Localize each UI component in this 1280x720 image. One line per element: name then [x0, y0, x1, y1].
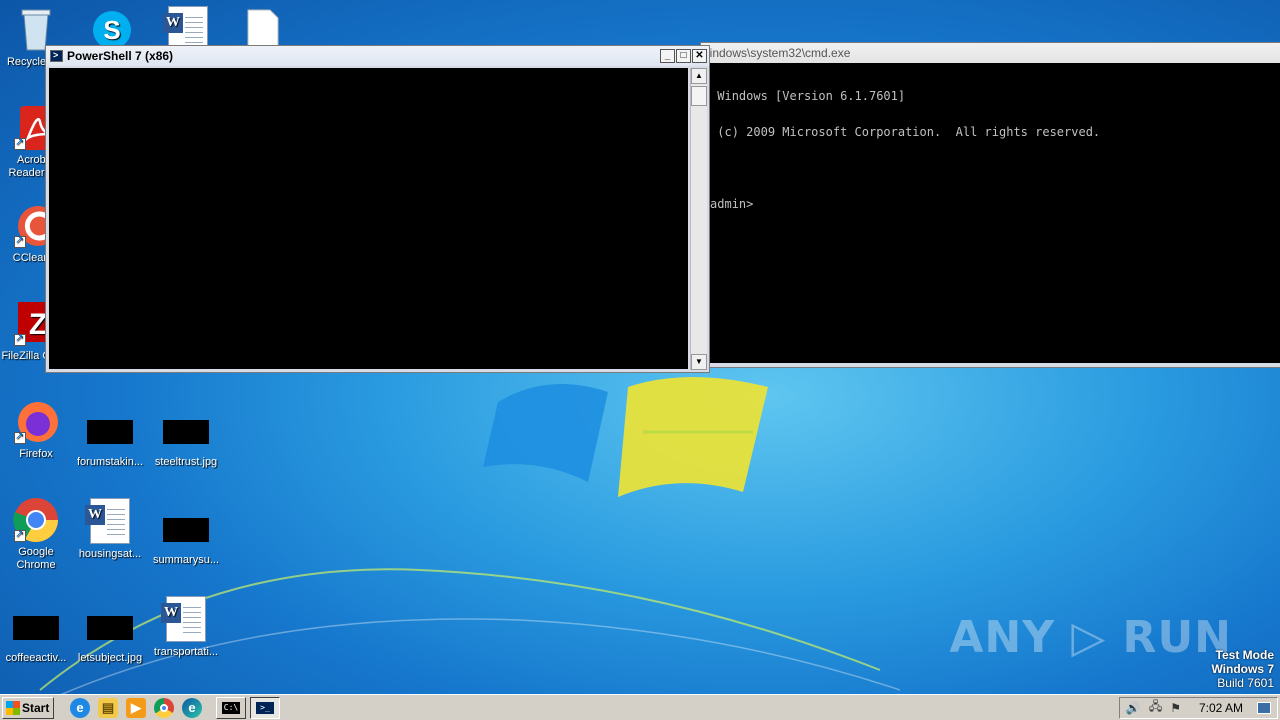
image-file-icon	[87, 420, 133, 444]
cmd-prompt: C:\Users\admin>	[701, 197, 754, 211]
ie-icon[interactable]: e	[70, 697, 90, 718]
desktop-icon-letsubject[interactable]: letsubject.jpg	[72, 604, 148, 665]
svg-text:S: S	[103, 15, 120, 45]
windows-logo-wallpaper	[483, 377, 768, 497]
close-button[interactable]: ✕	[692, 49, 707, 63]
system-tray: 🔊 🖧 ⚑ 7:02 AM	[1118, 696, 1278, 719]
shortcut-arrow-icon	[14, 332, 26, 346]
desktop-icon-label: Firefox	[19, 448, 53, 460]
chrome-icon	[12, 496, 60, 544]
desktop-icon-label: letsubject.jpg	[77, 652, 143, 664]
edge-icon[interactable]: e	[182, 697, 202, 718]
cmd-icon: C:\	[222, 701, 240, 714]
powershell-titlebar[interactable]: PowerShell 7 (x86) _ □ ✕	[46, 46, 709, 66]
cmd-line	[701, 162, 1280, 174]
start-button[interactable]: Start	[2, 696, 54, 719]
os-version-line: Windows 7	[1211, 662, 1274, 676]
desktop-icon-label: forumstakin...	[76, 456, 144, 468]
explorer-icon[interactable]: ▤	[98, 697, 118, 718]
powershell-title: PowerShell 7 (x86)	[67, 49, 174, 63]
anyrun-watermark: ANY ▷ RUN	[949, 612, 1232, 663]
maximize-button[interactable]: □	[676, 49, 691, 63]
show-desktop-icon[interactable]	[1257, 701, 1271, 714]
powershell-icon: >_	[256, 701, 274, 714]
desktop-icon-transportati[interactable]: transportati...	[148, 596, 224, 659]
desktop-icon-steeltrust[interactable]: steeltrust.jpg	[148, 408, 224, 469]
cmd-task[interactable]: C:\	[216, 696, 246, 719]
minimize-button[interactable]: _	[660, 49, 675, 63]
image-file-icon	[163, 518, 209, 542]
windows-flag-icon	[6, 700, 20, 715]
desktop-icon-forumstakin[interactable]: forumstakin...	[72, 408, 148, 469]
desktop-icon-coffeeactiv[interactable]: coffeeactiv...	[0, 604, 74, 665]
cmd-titlebar[interactable]: C:\Windows\system32\cmd.exe	[701, 43, 1280, 63]
firefox-icon	[12, 398, 60, 446]
desktop-icon-chrome[interactable]: Google Chrome	[0, 496, 74, 572]
cmd-console[interactable]: Microsoft Windows [Version 6.1.7601] Cop…	[701, 63, 1280, 363]
image-file-icon	[87, 616, 133, 640]
scrollbar-thumb[interactable]	[691, 86, 707, 106]
shortcut-arrow-icon	[14, 234, 26, 248]
desktop-icon-label: coffeeactiv...	[5, 652, 67, 664]
scroll-down-arrow-icon[interactable]: ▼	[691, 354, 707, 370]
build-line: Build 7601	[1217, 676, 1274, 690]
powershell-console[interactable]	[49, 68, 688, 369]
action-center-flag-icon[interactable]: ⚑	[1170, 701, 1181, 715]
chrome-icon[interactable]	[154, 697, 174, 718]
volume-icon[interactable]: 🔊	[1126, 701, 1141, 715]
cmd-title: C:\Windows\system32\cmd.exe	[701, 46, 851, 60]
test-mode-notice: Test Mode Windows 7 Build 7601	[1211, 648, 1274, 690]
cmd-window[interactable]: C:\Windows\system32\cmd.exe Microsoft Wi…	[700, 42, 1280, 368]
media-player-icon[interactable]: ▶	[126, 697, 146, 718]
word-document-icon	[85, 498, 134, 546]
desktop-icon-label: Google Chrome	[16, 546, 56, 571]
word-document-icon	[161, 596, 210, 644]
network-icon[interactable]: 🖧	[1149, 697, 1162, 718]
image-file-icon	[13, 616, 59, 640]
desktop-icon-housingsat[interactable]: housingsat...	[72, 498, 148, 561]
quick-launch: e ▤ ▶ e	[70, 697, 202, 718]
test-mode-line: Test Mode	[1215, 648, 1274, 662]
taskbar: Start e ▤ ▶ e C:\ >_ 🔊 🖧 ⚑ 7:02 AM	[0, 694, 1280, 720]
cmd-line: Microsoft Windows [Version 6.1.7601]	[701, 89, 906, 103]
powershell-window[interactable]: PowerShell 7 (x86) _ □ ✕ ▲ ▼	[45, 45, 710, 373]
desktop-icon-label: housingsat...	[78, 548, 142, 560]
window-controls: _ □ ✕	[660, 49, 709, 63]
start-label: Start	[22, 700, 50, 715]
desktop-icon-firefox[interactable]: Firefox	[0, 398, 74, 461]
cmd-line: Copyright (c) 2009 Microsoft Corporation…	[701, 125, 1101, 139]
desktop-icon-label: steeltrust.jpg	[154, 456, 218, 468]
powershell-task[interactable]: >_	[250, 696, 280, 719]
desktop-icon-label: summarysu...	[152, 554, 219, 566]
shortcut-arrow-icon	[14, 430, 26, 444]
powershell-icon	[50, 50, 63, 62]
shortcut-arrow-icon	[14, 528, 26, 542]
clock[interactable]: 7:02 AM	[1199, 701, 1243, 715]
desktop-icon-summarysu[interactable]: summarysu...	[148, 506, 224, 567]
shortcut-arrow-icon	[14, 136, 26, 150]
vertical-scrollbar[interactable]: ▲ ▼	[690, 68, 707, 370]
image-file-icon	[163, 420, 209, 444]
desktop-icon-label: transportati...	[153, 646, 219, 658]
scroll-up-arrow-icon[interactable]: ▲	[691, 68, 707, 84]
